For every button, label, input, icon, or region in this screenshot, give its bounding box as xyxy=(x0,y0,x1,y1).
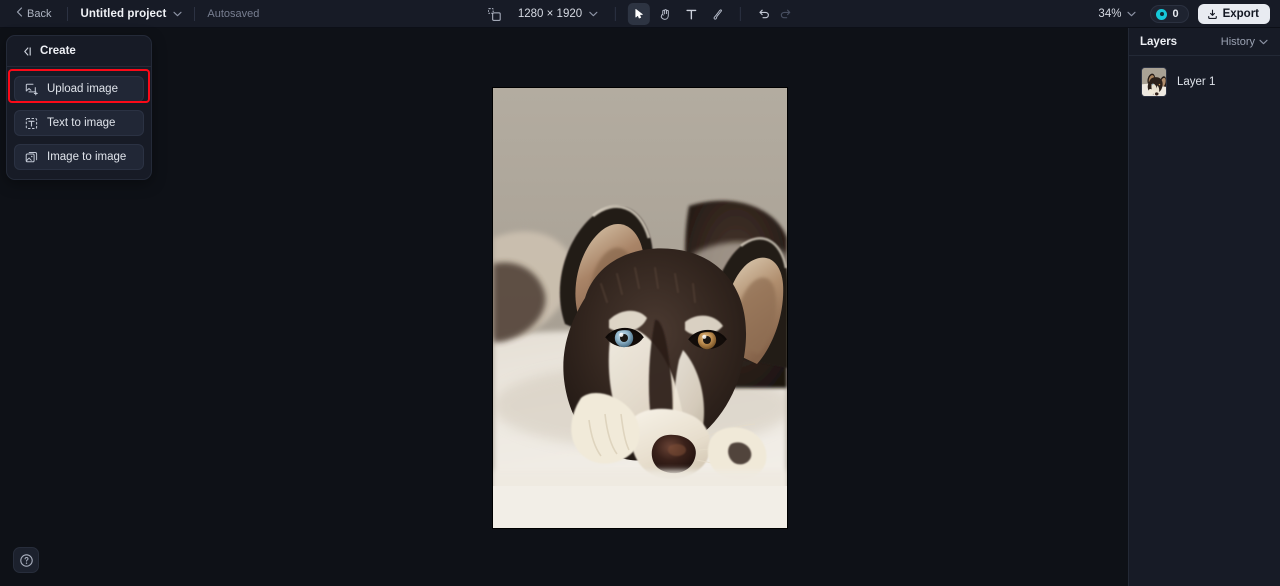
canvas-area[interactable] xyxy=(0,28,1128,586)
collapse-left-icon[interactable] xyxy=(19,46,32,57)
text-tool[interactable] xyxy=(680,3,702,25)
image-editor-app: Back Untitled project Autosaved 1280 × 1… xyxy=(0,0,1280,586)
download-icon xyxy=(1207,9,1218,20)
back-button-label: Back xyxy=(27,8,51,20)
artboard-image[interactable] xyxy=(493,88,787,528)
project-name-group[interactable]: Untitled project xyxy=(80,8,182,20)
autosave-status: Autosaved xyxy=(207,8,259,20)
toolbar-center-group: 1280 × 1920 xyxy=(483,0,797,28)
upload-image-label: Upload image xyxy=(47,83,118,95)
divider xyxy=(740,7,741,21)
history-button-label: History xyxy=(1221,36,1255,48)
upload-image-icon xyxy=(25,83,38,96)
chevron-down-icon[interactable] xyxy=(173,11,182,17)
select-cursor-tool[interactable] xyxy=(628,3,650,25)
zoom-level-selector[interactable]: 34% xyxy=(1093,5,1141,23)
divider xyxy=(615,7,616,21)
help-button[interactable] xyxy=(13,547,39,573)
export-button-label: Export xyxy=(1223,8,1259,20)
husky-photo xyxy=(493,88,787,528)
upload-image-button[interactable]: Upload image xyxy=(14,76,144,102)
zoom-level-value: 34% xyxy=(1098,8,1121,20)
create-panel-header: Create xyxy=(7,36,151,67)
export-button[interactable]: Export xyxy=(1198,4,1270,24)
layers-panel-header: Layers History xyxy=(1129,28,1280,56)
layer-list: Layer 1 xyxy=(1129,56,1280,108)
chevron-down-icon xyxy=(1127,11,1136,17)
image-to-image-button[interactable]: Image to image xyxy=(14,144,144,170)
image-to-image-icon xyxy=(25,151,38,164)
redo-button[interactable] xyxy=(775,3,797,25)
top-toolbar: Back Untitled project Autosaved 1280 × 1… xyxy=(0,0,1280,28)
canvas-size-selector[interactable]: 1280 × 1920 xyxy=(513,5,603,23)
hand-pan-tool[interactable] xyxy=(654,3,676,25)
canvas-size-value: 1280 × 1920 xyxy=(518,8,582,20)
image-to-image-label: Image to image xyxy=(47,151,126,163)
create-panel-title: Create xyxy=(40,45,76,57)
layer-name: Layer 1 xyxy=(1177,76,1215,88)
back-button[interactable]: Back xyxy=(12,4,55,23)
create-options-list: Upload image Text to image xyxy=(7,67,151,170)
divider xyxy=(67,7,68,21)
layers-panel-title: Layers xyxy=(1140,36,1177,48)
credit-coin-icon xyxy=(1156,9,1167,20)
brush-tool[interactable] xyxy=(706,3,728,25)
divider xyxy=(194,7,195,21)
create-panel: Create Upload image xyxy=(6,35,152,180)
text-to-image-icon xyxy=(25,117,38,130)
text-to-image-button[interactable]: Text to image xyxy=(14,110,144,136)
resize-canvas-icon[interactable] xyxy=(483,3,505,25)
chevron-left-icon xyxy=(16,7,23,20)
text-to-image-label: Text to image xyxy=(47,117,115,129)
credits-badge[interactable]: 0 xyxy=(1150,5,1188,23)
chevron-down-icon xyxy=(1259,39,1268,45)
tool-group xyxy=(628,3,728,25)
project-name: Untitled project xyxy=(80,8,166,20)
chevron-down-icon xyxy=(589,11,598,17)
history-button[interactable]: History xyxy=(1218,33,1271,51)
undo-button[interactable] xyxy=(753,3,775,25)
credits-count: 0 xyxy=(1172,8,1178,20)
help-question-icon xyxy=(19,553,34,568)
toolbar-left-group: Back Untitled project Autosaved xyxy=(0,4,259,23)
layer-thumbnail xyxy=(1141,67,1167,97)
layer-row[interactable]: Layer 1 xyxy=(1135,63,1274,101)
layers-panel: Layers History xyxy=(1128,28,1280,586)
toolbar-right-group: 34% 0 Export xyxy=(1093,0,1270,28)
